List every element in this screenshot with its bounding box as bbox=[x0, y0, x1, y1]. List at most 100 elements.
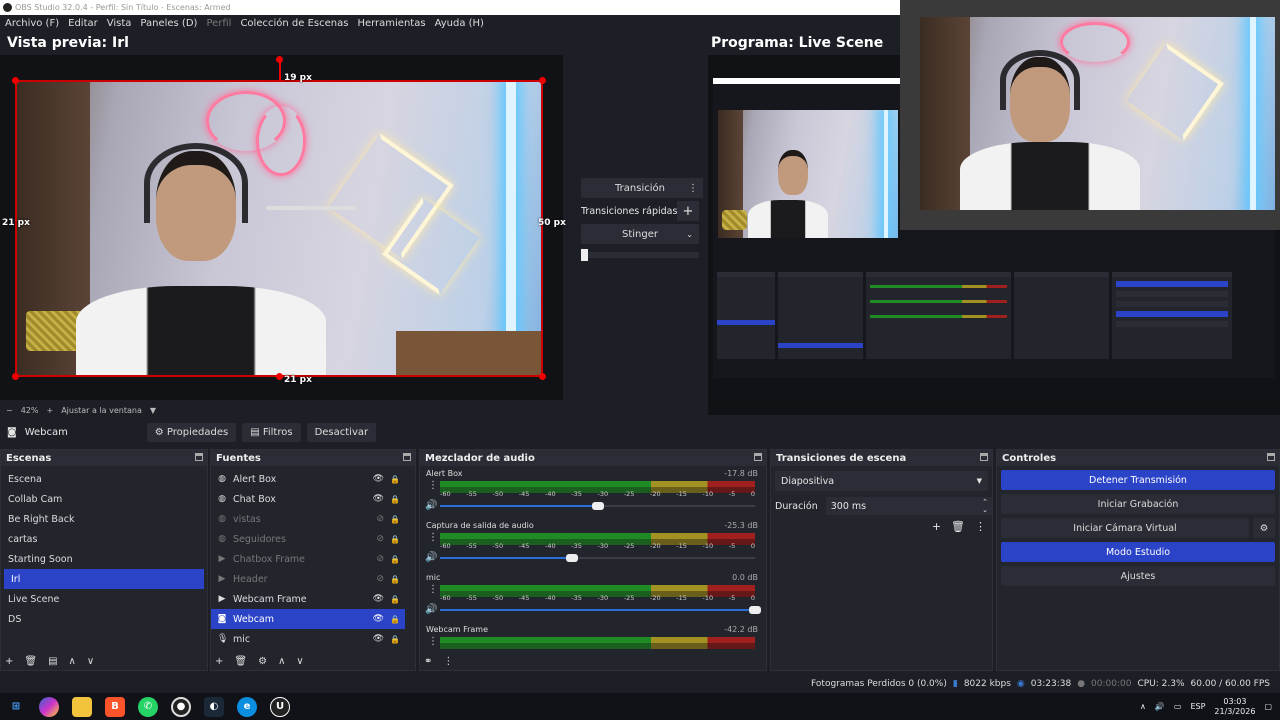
speaker-icon[interactable]: 🔊 bbox=[425, 604, 437, 615]
add-icon[interactable]: + bbox=[677, 201, 699, 221]
zoom-fit-dropdown[interactable]: Ajustar a la ventana bbox=[61, 406, 142, 415]
kebab-icon[interactable]: ⋮ bbox=[428, 532, 438, 543]
eye-off-icon[interactable]: ⊘ bbox=[376, 574, 384, 584]
stinger-dropdown[interactable]: Stinger ⌄ bbox=[581, 224, 699, 244]
scene-item[interactable]: Starting Soon bbox=[1, 549, 207, 569]
menu-archivo[interactable]: Archivo (F) bbox=[5, 18, 59, 29]
menu-perfil[interactable]: Perfil bbox=[206, 18, 231, 29]
lock-icon[interactable]: 🔒 bbox=[390, 555, 400, 564]
lock-icon[interactable]: 🔒 bbox=[390, 515, 400, 524]
chevron-down-icon[interactable]: ▼ bbox=[150, 406, 156, 415]
volume-knob[interactable] bbox=[591, 502, 604, 510]
properties-button[interactable]: ⚙ Propiedades bbox=[146, 423, 237, 442]
transition-type-select[interactable]: Diapositiva ▼ bbox=[775, 471, 988, 491]
resize-handle[interactable] bbox=[12, 77, 19, 84]
spinner-icon[interactable]: ⌃ ⌄ bbox=[982, 498, 988, 514]
lock-icon[interactable]: 🔒 bbox=[390, 575, 400, 584]
start-recording-button[interactable]: Iniciar Grabación bbox=[1001, 494, 1275, 514]
speaker-icon[interactable]: 🔊 bbox=[1155, 702, 1165, 711]
eye-off-icon[interactable]: ⊘ bbox=[376, 534, 384, 544]
virtual-camera-button[interactable]: Iniciar Cámara Virtual bbox=[1001, 518, 1249, 538]
resize-handle[interactable] bbox=[12, 373, 19, 380]
source-item[interactable]: ▶ Header ⊘ 🔒 bbox=[211, 569, 415, 589]
lock-icon[interactable]: 🔒 bbox=[390, 495, 400, 504]
menu-herramientas[interactable]: Herramientas bbox=[357, 18, 425, 29]
battery-icon[interactable]: ▭ bbox=[1174, 702, 1182, 711]
chevron-up-icon[interactable]: ∧ bbox=[1140, 702, 1146, 711]
settings-button[interactable]: Ajustes bbox=[1001, 566, 1275, 586]
eye-icon[interactable]: 👁 bbox=[373, 614, 384, 624]
source-item[interactable]: ▶ Chatbox Frame ⊘ 🔒 bbox=[211, 549, 415, 569]
file-explorer-icon[interactable] bbox=[72, 696, 92, 717]
source-item[interactable]: ▶ Webcam Frame 👁 🔒 bbox=[211, 589, 415, 609]
trash-icon[interactable]: 🗑 bbox=[24, 656, 37, 667]
scene-item[interactable]: DS bbox=[1, 609, 207, 629]
eye-icon[interactable]: 👁 bbox=[373, 474, 384, 484]
float-icon[interactable] bbox=[195, 453, 203, 461]
scene-item[interactable]: Live Scene bbox=[1, 589, 207, 609]
source-item[interactable]: ◍ vistas ⊘ 🔒 bbox=[211, 509, 415, 529]
obs-icon[interactable]: ● bbox=[171, 696, 191, 717]
arrow-up-icon[interactable]: ∧ bbox=[69, 656, 76, 667]
eye-off-icon[interactable]: ⊘ bbox=[376, 554, 384, 564]
float-icon[interactable] bbox=[754, 453, 762, 461]
resize-handle[interactable] bbox=[539, 77, 546, 84]
scene-item[interactable]: Be Right Back bbox=[1, 509, 207, 529]
link-icon[interactable]: ⚭ bbox=[424, 656, 432, 667]
speaker-icon[interactable]: 🔊 bbox=[425, 552, 437, 563]
float-icon[interactable] bbox=[1267, 453, 1275, 461]
lock-icon[interactable]: 🔒 bbox=[390, 635, 400, 644]
scene-item[interactable]: cartas bbox=[1, 529, 207, 549]
kebab-icon[interactable]: ⋮ bbox=[428, 480, 438, 491]
volume-knob[interactable] bbox=[566, 554, 579, 562]
volume-slider[interactable] bbox=[440, 554, 755, 562]
unreal-engine-icon[interactable]: U bbox=[270, 696, 290, 717]
eye-off-icon[interactable]: ⊘ bbox=[376, 514, 384, 524]
filter-icon[interactable]: ▤ bbox=[48, 656, 57, 667]
deactivate-button[interactable]: Desactivar bbox=[306, 423, 377, 442]
trash-icon[interactable]: 🗑 bbox=[234, 656, 247, 667]
notification-icon[interactable]: ▢ bbox=[1264, 702, 1272, 711]
volume-slider[interactable] bbox=[440, 606, 761, 614]
language-indicator[interactable]: ESP bbox=[1190, 702, 1205, 711]
resize-handle[interactable] bbox=[539, 373, 546, 380]
source-item-selected[interactable]: ◙ Webcam 👁 🔒 bbox=[211, 609, 405, 629]
kebab-icon[interactable]: ⋮ bbox=[683, 178, 703, 198]
trash-icon[interactable]: 🗑 bbox=[951, 520, 965, 533]
scene-item-selected[interactable]: Irl bbox=[4, 569, 204, 589]
clock[interactable]: 03:03 21/3/2026 bbox=[1214, 697, 1255, 717]
arrow-up-icon[interactable]: ∧ bbox=[278, 656, 285, 667]
kebab-icon[interactable]: ⋮ bbox=[428, 636, 438, 647]
menu-ayuda[interactable]: Ayuda (H) bbox=[435, 18, 484, 29]
transition-button[interactable]: Transición ⋮ bbox=[581, 178, 703, 198]
gear-icon[interactable]: ⚙ bbox=[1253, 518, 1275, 538]
stop-stream-button[interactable]: Detener Transmisión bbox=[1001, 470, 1275, 490]
kebab-icon[interactable]: ⋮ bbox=[428, 584, 438, 595]
transition-slider[interactable] bbox=[581, 249, 699, 261]
add-icon[interactable]: + bbox=[932, 520, 941, 533]
source-item[interactable]: ◍ Chat Box 👁 🔒 bbox=[211, 489, 415, 509]
filters-button[interactable]: ▤ Filtros bbox=[242, 423, 301, 442]
source-item[interactable]: 🎙 mic 👁 🔒 bbox=[211, 629, 415, 649]
studio-mode-button[interactable]: Modo Estudio bbox=[1001, 542, 1275, 562]
source-item[interactable]: ◍ Seguidores ⊘ 🔒 bbox=[211, 529, 415, 549]
menu-paneles[interactable]: Paneles (D) bbox=[140, 18, 197, 29]
whatsapp-icon[interactable]: ✆ bbox=[138, 696, 158, 717]
zoom-out-icon[interactable]: − bbox=[6, 406, 13, 415]
scene-item[interactable]: Escena bbox=[1, 469, 207, 489]
menu-editar[interactable]: Editar bbox=[68, 18, 98, 29]
resize-handle[interactable] bbox=[276, 373, 283, 380]
menu-vista[interactable]: Vista bbox=[107, 18, 132, 29]
steam-icon[interactable]: ◐ bbox=[204, 696, 224, 717]
lock-icon[interactable]: 🔒 bbox=[390, 475, 400, 484]
gear-icon[interactable]: ⚙ bbox=[258, 656, 267, 667]
volume-knob[interactable] bbox=[749, 606, 761, 614]
lock-icon[interactable]: 🔒 bbox=[390, 535, 400, 544]
duration-input[interactable]: 300 ms ⌃ ⌄ bbox=[825, 497, 992, 515]
lock-icon[interactable]: 🔒 bbox=[390, 615, 400, 624]
eye-icon[interactable]: 👁 bbox=[373, 494, 384, 504]
eye-icon[interactable]: 👁 bbox=[373, 594, 384, 604]
eye-icon[interactable]: 👁 bbox=[373, 634, 384, 644]
kebab-icon[interactable]: ⋮ bbox=[443, 656, 453, 667]
brave-browser-icon[interactable]: B bbox=[105, 696, 125, 717]
